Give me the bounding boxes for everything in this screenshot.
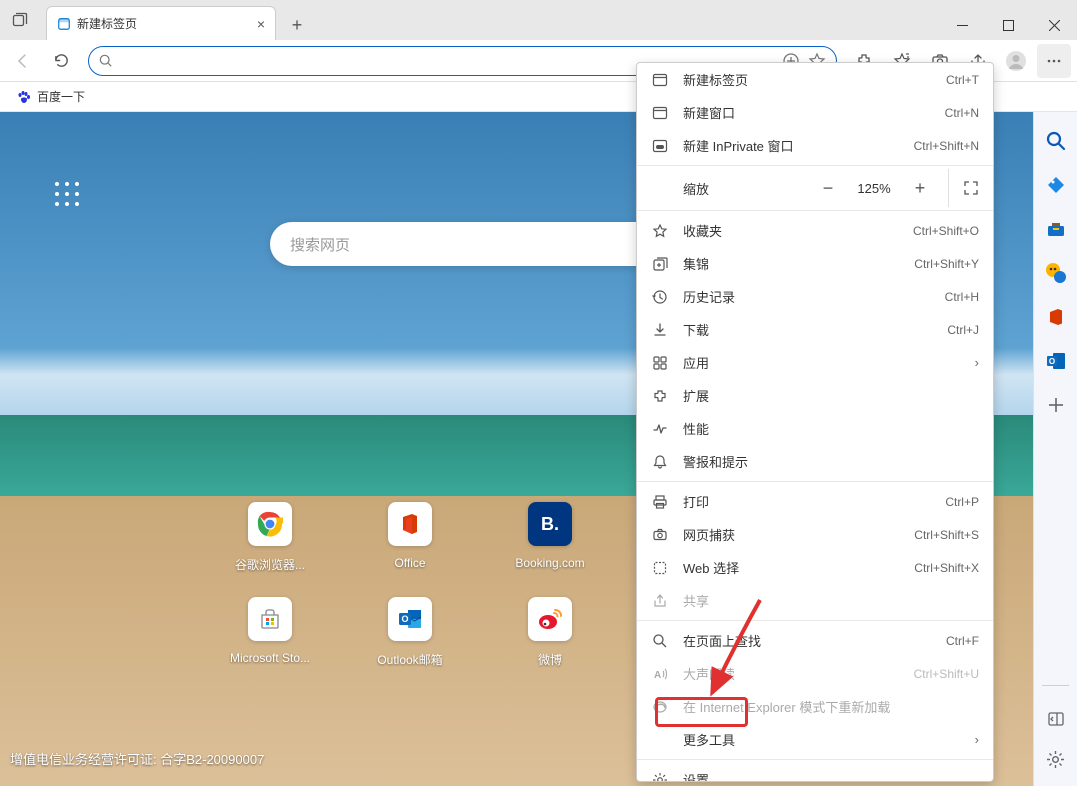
chevron-right-icon: › xyxy=(975,355,979,370)
menu-zoom: 缩放 − 125% + xyxy=(637,169,993,207)
side-panel: O xyxy=(1033,112,1077,786)
site-weibo[interactable]: 微博 xyxy=(480,597,620,668)
browser-tab[interactable]: 新建标签页 × xyxy=(46,6,276,40)
maximize-button[interactable] xyxy=(985,10,1031,40)
menu-print[interactable]: 打印Ctrl+P xyxy=(637,485,993,518)
zoom-value: 125% xyxy=(856,181,892,196)
bookmark-baidu[interactable]: 百度一下 xyxy=(10,85,91,108)
menu-collections[interactable]: 集锦Ctrl+Shift+Y xyxy=(637,247,993,280)
search-placeholder: 搜索网页 xyxy=(290,234,350,255)
menu-capture[interactable]: 网页捕获Ctrl+Shift+S xyxy=(637,518,993,551)
svg-text:A: A xyxy=(654,670,661,681)
menu-downloads[interactable]: 下载Ctrl+J xyxy=(637,313,993,346)
svg-text:O: O xyxy=(1048,357,1054,366)
browser-context-menu: 新建标签页Ctrl+T 新建窗口Ctrl+N 新建 InPrivate 窗口Ct… xyxy=(636,62,994,782)
bookmark-label: 百度一下 xyxy=(37,88,85,105)
sidebar-add-icon[interactable] xyxy=(1045,394,1067,416)
menu-new-window[interactable]: 新建窗口Ctrl+N xyxy=(637,96,993,129)
baidu-icon xyxy=(16,89,32,105)
menu-history[interactable]: 历史记录Ctrl+H xyxy=(637,280,993,313)
profile-button[interactable] xyxy=(999,44,1033,78)
menu-more-tools[interactable]: 更多工具› xyxy=(637,723,993,756)
minimize-button[interactable] xyxy=(939,10,985,40)
zoom-in-button[interactable]: + xyxy=(910,178,930,199)
svg-text:O: O xyxy=(401,614,408,624)
site-chrome[interactable]: 谷歌浏览器... xyxy=(200,502,340,573)
page-icon xyxy=(57,17,71,31)
sidebar-games-icon[interactable] xyxy=(1045,262,1067,284)
apps-launcher-icon[interactable] xyxy=(55,182,79,206)
menu-alerts[interactable]: 警报和提示 xyxy=(637,445,993,478)
menu-performance[interactable]: 性能 xyxy=(637,412,993,445)
zoom-out-button[interactable]: − xyxy=(818,178,838,199)
close-window-button[interactable] xyxy=(1031,10,1077,40)
menu-find[interactable]: 在页面上查找Ctrl+F xyxy=(637,624,993,657)
new-tab-button[interactable]: + xyxy=(282,10,312,40)
tab-manager-button[interactable] xyxy=(0,0,40,40)
menu-webselect[interactable]: Web 选择Ctrl+Shift+X xyxy=(637,551,993,584)
menu-settings[interactable]: 设置 xyxy=(637,763,993,782)
site-outlook[interactable]: OOutlook邮箱 xyxy=(340,597,480,668)
menu-favorites[interactable]: 收藏夹Ctrl+Shift+O xyxy=(637,214,993,247)
sidebar-settings-icon[interactable] xyxy=(1045,748,1067,770)
menu-apps[interactable]: 应用› xyxy=(637,346,993,379)
site-booking[interactable]: B.Booking.com xyxy=(480,502,620,573)
refresh-button[interactable] xyxy=(44,44,78,78)
menu-share: 共享 xyxy=(637,584,993,617)
sidebar-office-icon[interactable] xyxy=(1045,306,1067,328)
sidebar-search-icon[interactable] xyxy=(1045,130,1067,152)
menu-new-tab[interactable]: 新建标签页Ctrl+T xyxy=(637,63,993,96)
web-search-box[interactable]: 搜索网页 xyxy=(270,222,690,266)
chevron-right-icon: › xyxy=(975,732,979,747)
menu-read-aloud: A大声朗读Ctrl+Shift+U xyxy=(637,657,993,690)
menu-new-inprivate[interactable]: 新建 InPrivate 窗口Ctrl+Shift+N xyxy=(637,129,993,162)
sidebar-outlook-icon[interactable]: O xyxy=(1045,350,1067,372)
icp-footer: 增值电信业务经营许可证: 合字B2-20090007 xyxy=(10,749,264,768)
site-msstore[interactable]: Microsoft Sto... xyxy=(200,597,340,668)
site-office[interactable]: Office xyxy=(340,502,480,573)
sidebar-tools-icon[interactable] xyxy=(1045,218,1067,240)
sidebar-shopping-icon[interactable] xyxy=(1045,174,1067,196)
search-icon xyxy=(99,54,113,68)
tab-title: 新建标签页 xyxy=(77,15,137,32)
menu-ie-mode: 在 Internet Explorer 模式下重新加载 xyxy=(637,690,993,723)
tab-close-button[interactable]: × xyxy=(257,16,265,32)
more-menu-button[interactable] xyxy=(1037,44,1071,78)
menu-extensions[interactable]: 扩展 xyxy=(637,379,993,412)
back-button[interactable] xyxy=(6,44,40,78)
fullscreen-button[interactable] xyxy=(948,169,979,207)
sidebar-collapse-icon[interactable] xyxy=(1045,708,1067,730)
